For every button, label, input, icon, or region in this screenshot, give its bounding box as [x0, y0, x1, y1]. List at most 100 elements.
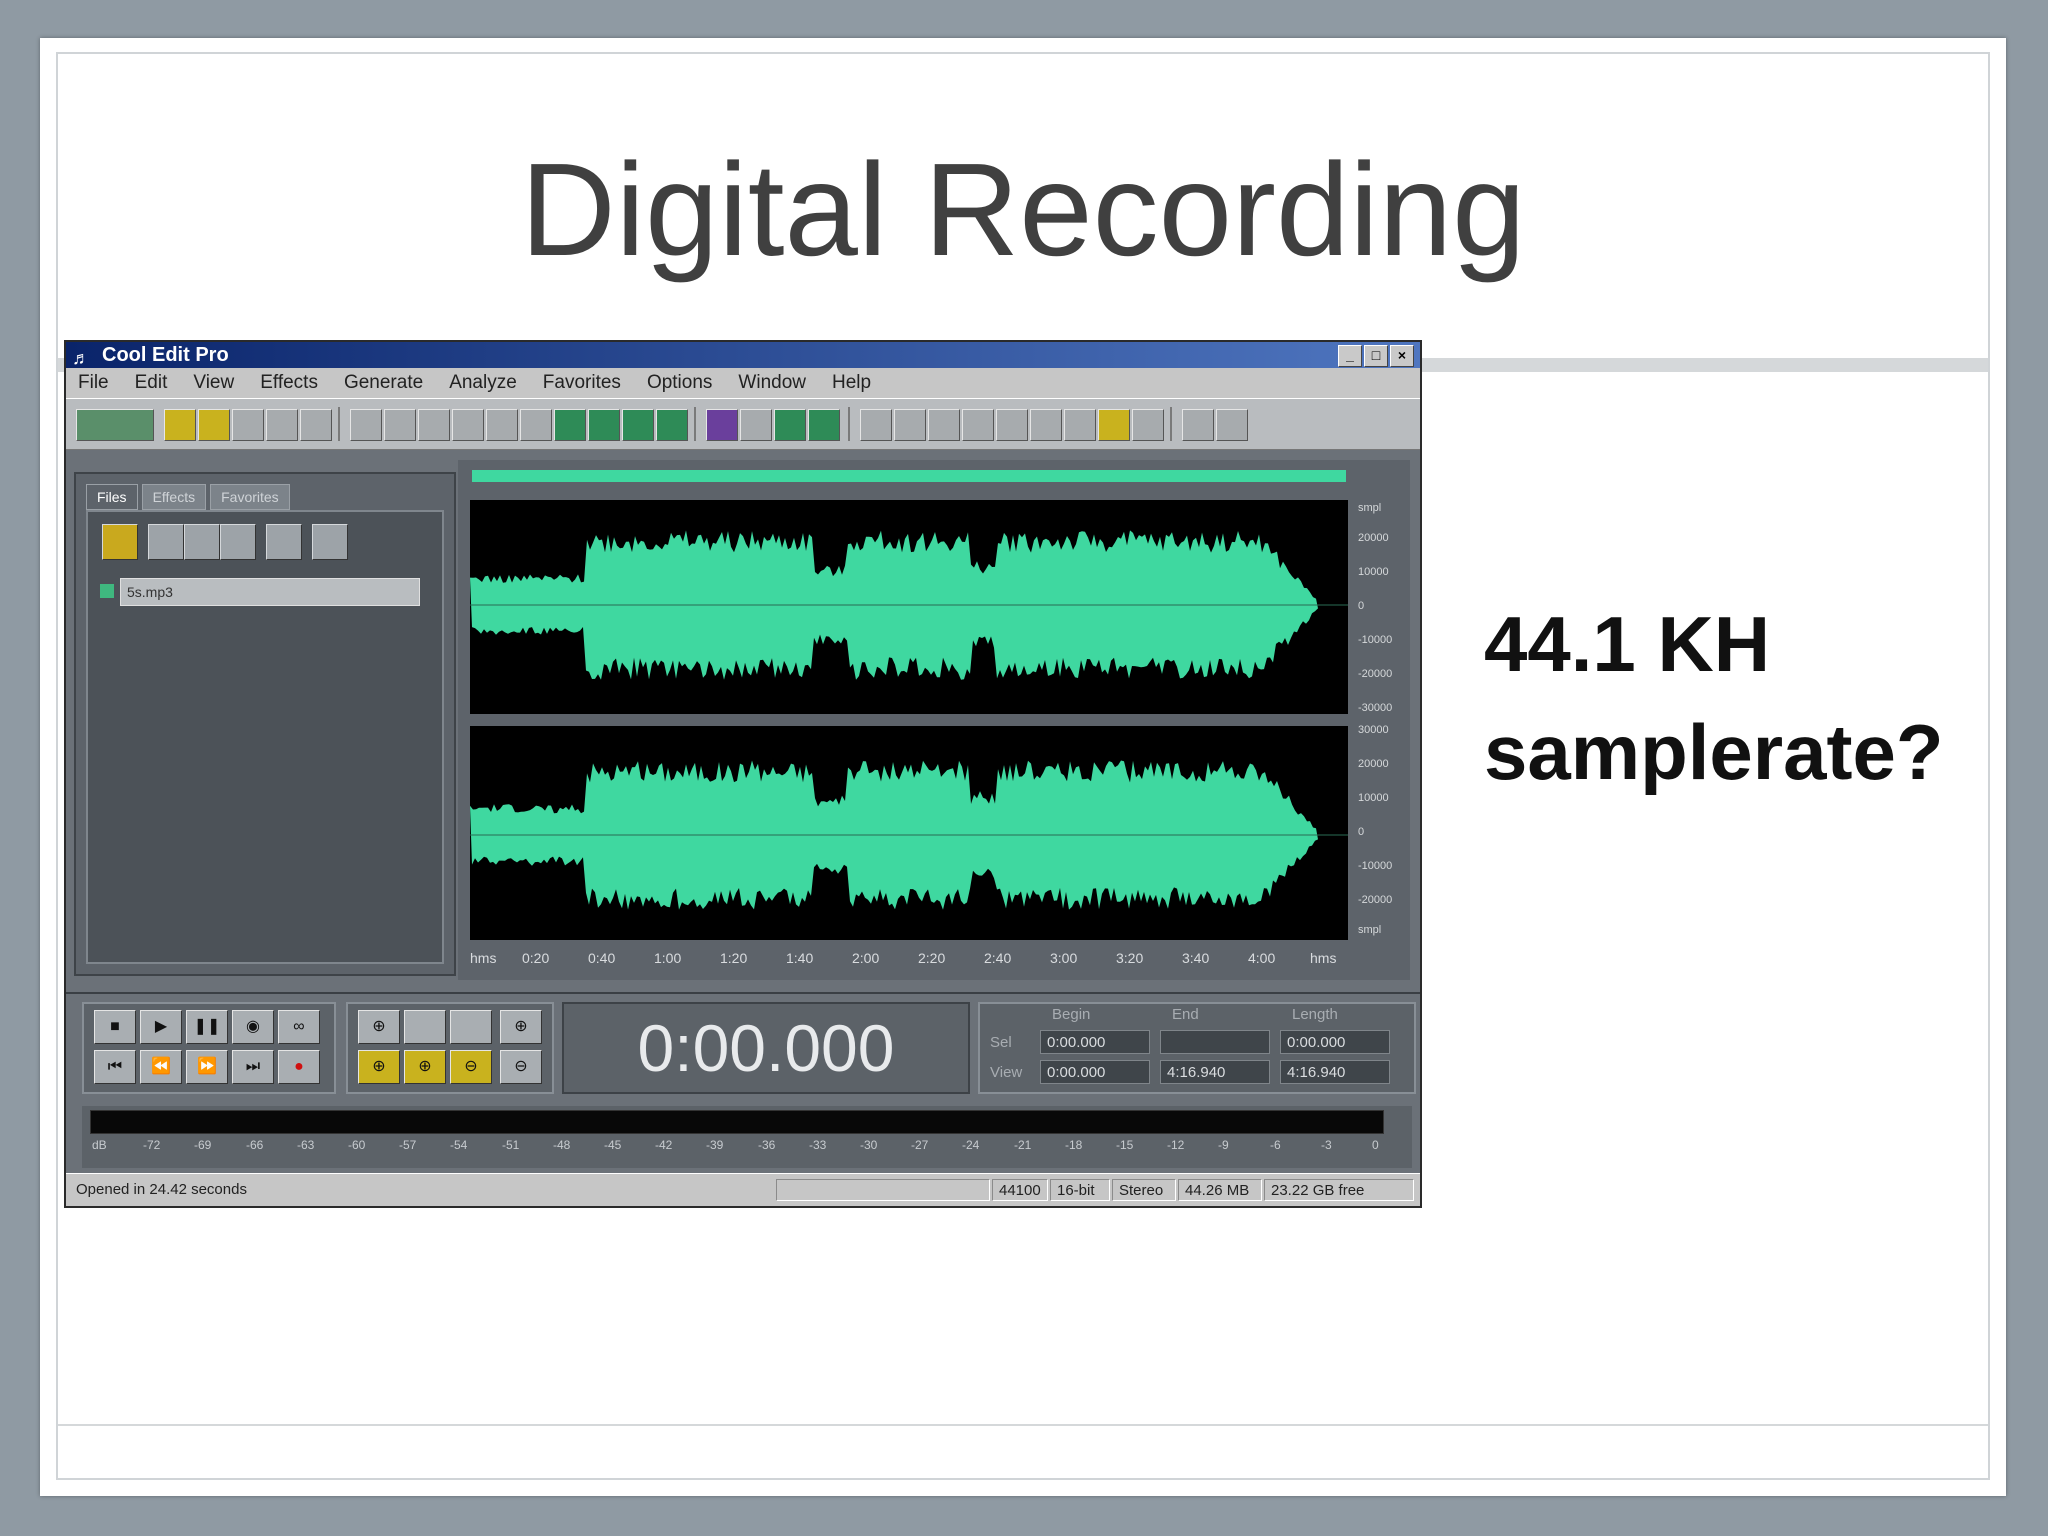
go-to-start-button[interactable]: ⏮	[94, 1050, 136, 1084]
menu-options[interactable]: Options	[647, 368, 712, 398]
zoom-in-icon[interactable]: ⊕	[358, 1010, 400, 1044]
mixdown-icon[interactable]	[808, 409, 840, 441]
view-markers-icon[interactable]	[1098, 409, 1130, 441]
play-button[interactable]: ▶	[140, 1010, 182, 1044]
tab-effects[interactable]: Effects	[141, 484, 207, 510]
edit-file-icon[interactable]	[220, 524, 256, 560]
pause-button[interactable]: ❚❚	[186, 1010, 228, 1044]
menu-favorites[interactable]: Favorites	[543, 368, 621, 398]
play-to-end-button[interactable]: ◉	[232, 1010, 274, 1044]
menu-view[interactable]: View	[193, 368, 234, 398]
view-waveform-icon[interactable]	[860, 409, 892, 441]
minimize-button[interactable]: _	[1338, 345, 1362, 367]
save-icon[interactable]	[232, 409, 264, 441]
redo-icon[interactable]	[384, 409, 416, 441]
meter-tick: -57	[399, 1138, 417, 1152]
footer-divider	[58, 1424, 1988, 1426]
close-icon[interactable]	[184, 524, 220, 560]
sel-length-field[interactable]: 0:00.000	[1280, 1030, 1390, 1054]
amplitude-ruler: smpl 20000 10000 0 -10000 -20000 -30000 …	[1354, 500, 1404, 940]
meter-tick: -54	[450, 1138, 468, 1152]
menu-generate[interactable]: Generate	[344, 368, 423, 398]
amp-label: smpl	[1358, 502, 1382, 514]
time-tick: 3:00	[1050, 950, 1078, 966]
view-spectral-icon[interactable]	[894, 409, 926, 441]
view-begin-field[interactable]: 0:00.000	[1040, 1060, 1150, 1084]
window-titlebar[interactable]: ♬ Cool Edit Pro _ □ ×	[66, 342, 1420, 368]
zoom-out-full-icon[interactable]	[404, 1010, 446, 1044]
meter-tick: -15	[1116, 1138, 1134, 1152]
settings-icon[interactable]	[312, 524, 348, 560]
marker-icon[interactable]	[740, 409, 772, 441]
time-ruler[interactable]: hms 0:20 0:40 1:00 1:20 1:40 2:00 2:20 2…	[470, 944, 1348, 972]
close-file-icon[interactable]	[300, 409, 332, 441]
maximize-button[interactable]: □	[1364, 345, 1388, 367]
sel-end-field[interactable]	[1160, 1030, 1270, 1054]
open-file-icon[interactable]	[198, 409, 230, 441]
new-file-icon[interactable]	[164, 409, 196, 441]
meter-tick: -24	[962, 1138, 980, 1152]
track-icon[interactable]	[774, 409, 806, 441]
batch-icon[interactable]	[266, 409, 298, 441]
waveform-display[interactable]	[470, 500, 1348, 940]
menu-analyze[interactable]: Analyze	[449, 368, 517, 398]
go-to-end-button[interactable]: ⏭	[232, 1050, 274, 1084]
amp-label: smpl	[1358, 924, 1382, 936]
record-button[interactable]: ●	[278, 1050, 320, 1084]
undo-icon[interactable]	[350, 409, 382, 441]
view-playlist-icon[interactable]	[1064, 409, 1096, 441]
record-settings-icon[interactable]	[1182, 409, 1214, 441]
zoom-left-icon[interactable]: ⊕	[358, 1050, 400, 1084]
scripts-icon[interactable]	[1216, 409, 1248, 441]
view-cue-icon[interactable]	[928, 409, 960, 441]
tab-files[interactable]: Files	[86, 484, 138, 510]
paste-icon[interactable]	[486, 409, 518, 441]
rewind-button[interactable]: ⏪	[140, 1050, 182, 1084]
meter-tick: -51	[502, 1138, 520, 1152]
sel-begin-field[interactable]: 0:00.000	[1040, 1030, 1150, 1054]
cd-icon[interactable]	[706, 409, 738, 441]
zoom-selection-icon[interactable]	[450, 1010, 492, 1044]
menu-edit[interactable]: Edit	[135, 368, 168, 398]
overview-bar[interactable]	[472, 470, 1346, 482]
zoom-out-icon[interactable]: ⊖	[450, 1050, 492, 1084]
meter-tick: -6	[1270, 1138, 1281, 1152]
cut-icon[interactable]	[418, 409, 450, 441]
fast-forward-button[interactable]: ⏩	[186, 1050, 228, 1084]
view-end-field[interactable]: 4:16.940	[1160, 1060, 1270, 1084]
time-tick: 3:20	[1116, 950, 1144, 966]
view-metronome-icon[interactable]	[1030, 409, 1062, 441]
zoom-right-icon[interactable]: ⊕	[404, 1050, 446, 1084]
file-list-item[interactable]: 5s.mp3	[100, 578, 420, 606]
zoom-vertical-in-icon[interactable]: ⊕	[500, 1010, 542, 1044]
menu-file[interactable]: File	[78, 368, 109, 398]
channel-separator	[470, 714, 1348, 726]
menu-window[interactable]: Window	[738, 368, 806, 398]
stop-button[interactable]: ■	[94, 1010, 136, 1044]
status-file-size: 44.26 MB	[1178, 1179, 1262, 1201]
spectral-icon[interactable]	[656, 409, 688, 441]
view-sync-icon[interactable]	[996, 409, 1028, 441]
menu-help[interactable]: Help	[832, 368, 871, 398]
loop-button[interactable]: ∞	[278, 1010, 320, 1044]
time-tick: 0:40	[588, 950, 616, 966]
tab-favorites[interactable]: Favorites	[210, 484, 290, 510]
menu-effects[interactable]: Effects	[260, 368, 318, 398]
view-settings-icon[interactable]	[1132, 409, 1164, 441]
mix-paste-icon[interactable]	[554, 409, 586, 441]
view-length-field[interactable]: 4:16.940	[1280, 1060, 1390, 1084]
envelope-icon[interactable]	[622, 409, 654, 441]
trim-icon[interactable]	[520, 409, 552, 441]
end-header: End	[1172, 1006, 1199, 1023]
zoom-controls: ⊕ ⊕ ⊕ ⊕ ⊖ ⊖	[346, 1002, 554, 1094]
copy-icon[interactable]	[452, 409, 484, 441]
view-info-icon[interactable]	[962, 409, 994, 441]
zoom-vertical-out-icon[interactable]: ⊖	[500, 1050, 542, 1084]
import-icon[interactable]	[148, 524, 184, 560]
multitrack-toggle-button[interactable]	[76, 409, 154, 441]
close-button[interactable]: ×	[1390, 345, 1414, 367]
effects-icon[interactable]	[588, 409, 620, 441]
insert-icon[interactable]	[266, 524, 302, 560]
time-tick: 2:20	[918, 950, 946, 966]
open-folder-icon[interactable]	[102, 524, 138, 560]
